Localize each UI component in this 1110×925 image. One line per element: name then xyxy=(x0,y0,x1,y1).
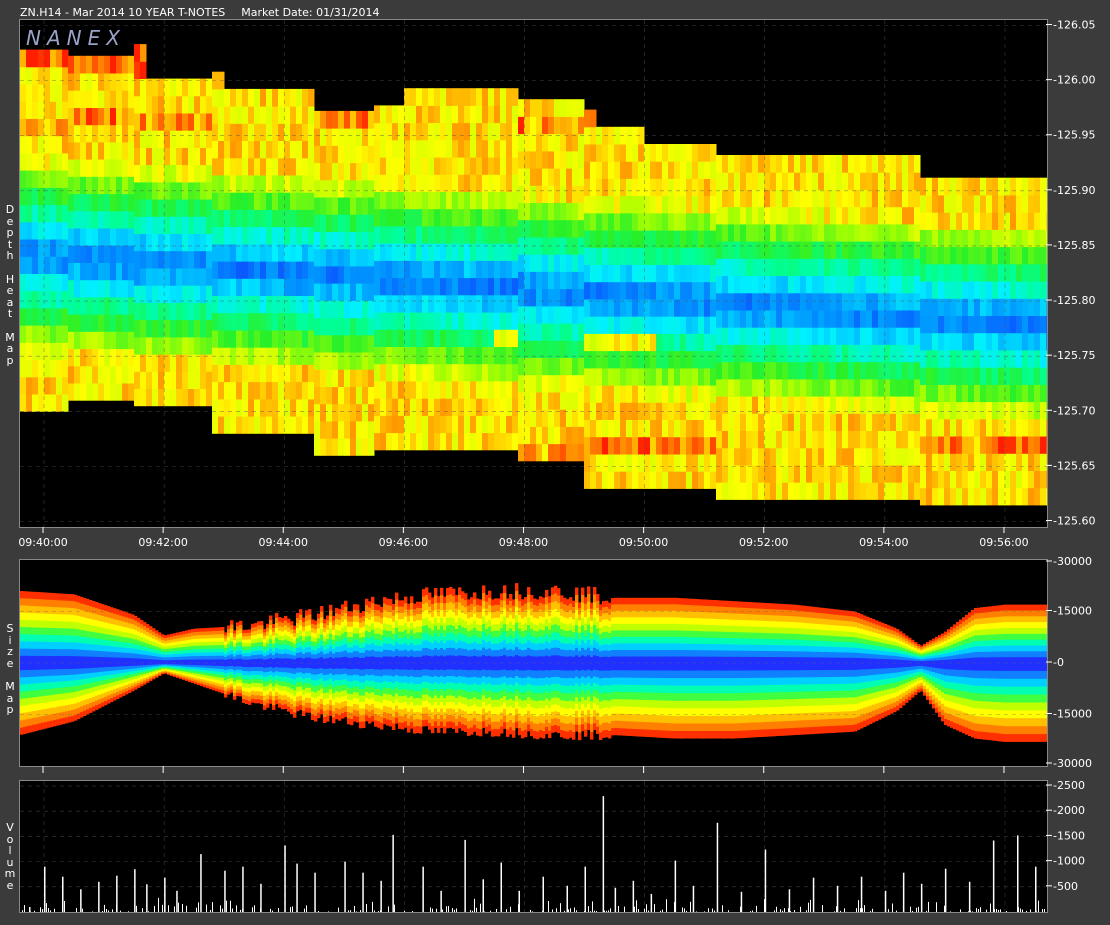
y-tick-label: -125.75 xyxy=(1053,349,1095,362)
y-tick-label: -125.65 xyxy=(1053,459,1095,472)
y-tick-label: -126.00 xyxy=(1053,74,1095,87)
y-tick-label: -125.85 xyxy=(1053,239,1095,252)
y-tick-label: -125.60 xyxy=(1053,514,1095,527)
depth-heat-map-axes: -126.05 -126.00 -125.95 -125.90 -125.85 -125.… xyxy=(18,19,1095,549)
y-tick-label: -125.95 xyxy=(1053,129,1095,142)
y-tick-label: -125.90 xyxy=(1053,184,1095,197)
y-tick-label: -125.70 xyxy=(1053,404,1095,417)
y-tick-label: -126.05 xyxy=(1053,19,1095,32)
y-tick-label: -125.80 xyxy=(1053,294,1095,307)
